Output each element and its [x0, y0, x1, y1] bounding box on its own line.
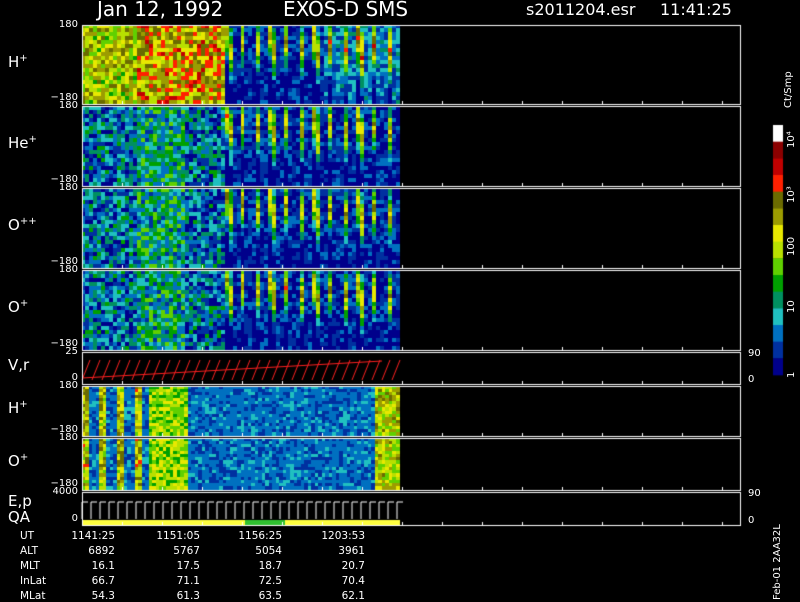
panel-label-6: O+: [8, 452, 29, 470]
right-tick-bottom-7: 0: [748, 515, 755, 526]
colorbar-tick-0: 10⁴: [786, 131, 797, 148]
y-tick-top-6: 180: [58, 432, 78, 443]
footer-value-2-4: 63.5: [258, 590, 282, 602]
header-instrument: EXOS-D SMS: [283, 0, 409, 21]
right-tick-top-7: 90: [748, 488, 761, 499]
spectrogram-canvas: [0, 0, 800, 600]
footer-value-1-0: 1151:05: [156, 530, 200, 542]
footer-value-2-2: 18.7: [258, 560, 282, 572]
colorbar-unit: Ct/Smp: [783, 71, 794, 108]
right-tick-top-4: 90: [748, 348, 761, 359]
y-tick-top-5: 180: [58, 380, 78, 391]
panel-label-2: O++: [8, 216, 37, 234]
footer-label-2: MLT: [20, 560, 40, 572]
header-time: 11:41:25: [660, 0, 732, 19]
footer-value-1-3: 71.1: [176, 575, 200, 587]
footer-value-2-1: 5054: [255, 545, 282, 557]
colorbar-tick-3: 10: [786, 300, 797, 313]
footnote: Feb-01 2AA32L: [772, 524, 783, 600]
footer-value-2-0: 1156:25: [238, 530, 282, 542]
footer-value-0-4: 54.3: [91, 590, 115, 602]
panel-label-5: H+: [8, 399, 28, 417]
footer-value-0-2: 16.1: [91, 560, 115, 572]
colorbar-tick-2: 100: [786, 236, 797, 256]
footer-value-3-0: 1203:53: [321, 530, 365, 542]
right-tick-bottom-4: 0: [748, 374, 755, 385]
footer-label-1: ALT: [20, 545, 39, 557]
panel-label-1: He+: [8, 134, 37, 152]
header-date: Jan 12, 1992: [97, 0, 224, 21]
footer-value-3-4: 62.1: [341, 590, 365, 602]
y-tick-top-2: 180: [58, 182, 78, 193]
footer-value-1-2: 17.5: [176, 560, 200, 572]
y-tick-top-1: 180: [58, 100, 78, 111]
panel-label-0: H+: [8, 52, 28, 71]
panel-label-4: V,r: [8, 356, 30, 374]
footer-label-4: MLat: [20, 590, 46, 602]
colorbar-tick-1: 10³: [786, 186, 797, 203]
colorbar-tick-4: 1: [786, 371, 797, 378]
y-tick-top-3: 180: [58, 264, 78, 275]
footer-label-0: UT: [20, 530, 35, 542]
footer-value-0-3: 66.7: [91, 575, 115, 587]
footer-label-3: InLat: [20, 575, 47, 587]
y-tick-top-7: 4000: [52, 486, 78, 497]
header-file: s2011204.esr: [526, 0, 636, 19]
footer-value-3-2: 20.7: [341, 560, 365, 572]
footer-value-0-1: 6892: [88, 545, 115, 557]
panel-label-qa: QA: [8, 508, 31, 526]
footer-value-1-1: 5767: [173, 545, 200, 557]
footer-value-3-3: 70.4: [341, 575, 365, 587]
y-tick-bottom-7: 0: [71, 513, 78, 524]
footer-value-3-1: 3961: [338, 545, 365, 557]
footer-value-1-4: 61.3: [176, 590, 200, 602]
footer-value-2-3: 72.5: [258, 575, 282, 587]
panel-label-3: O+: [8, 298, 29, 316]
y-tick-top-4: 25: [65, 346, 78, 357]
y-tick-top-0: 180: [58, 19, 78, 30]
footer-value-0-0: 1141:25: [71, 530, 115, 542]
